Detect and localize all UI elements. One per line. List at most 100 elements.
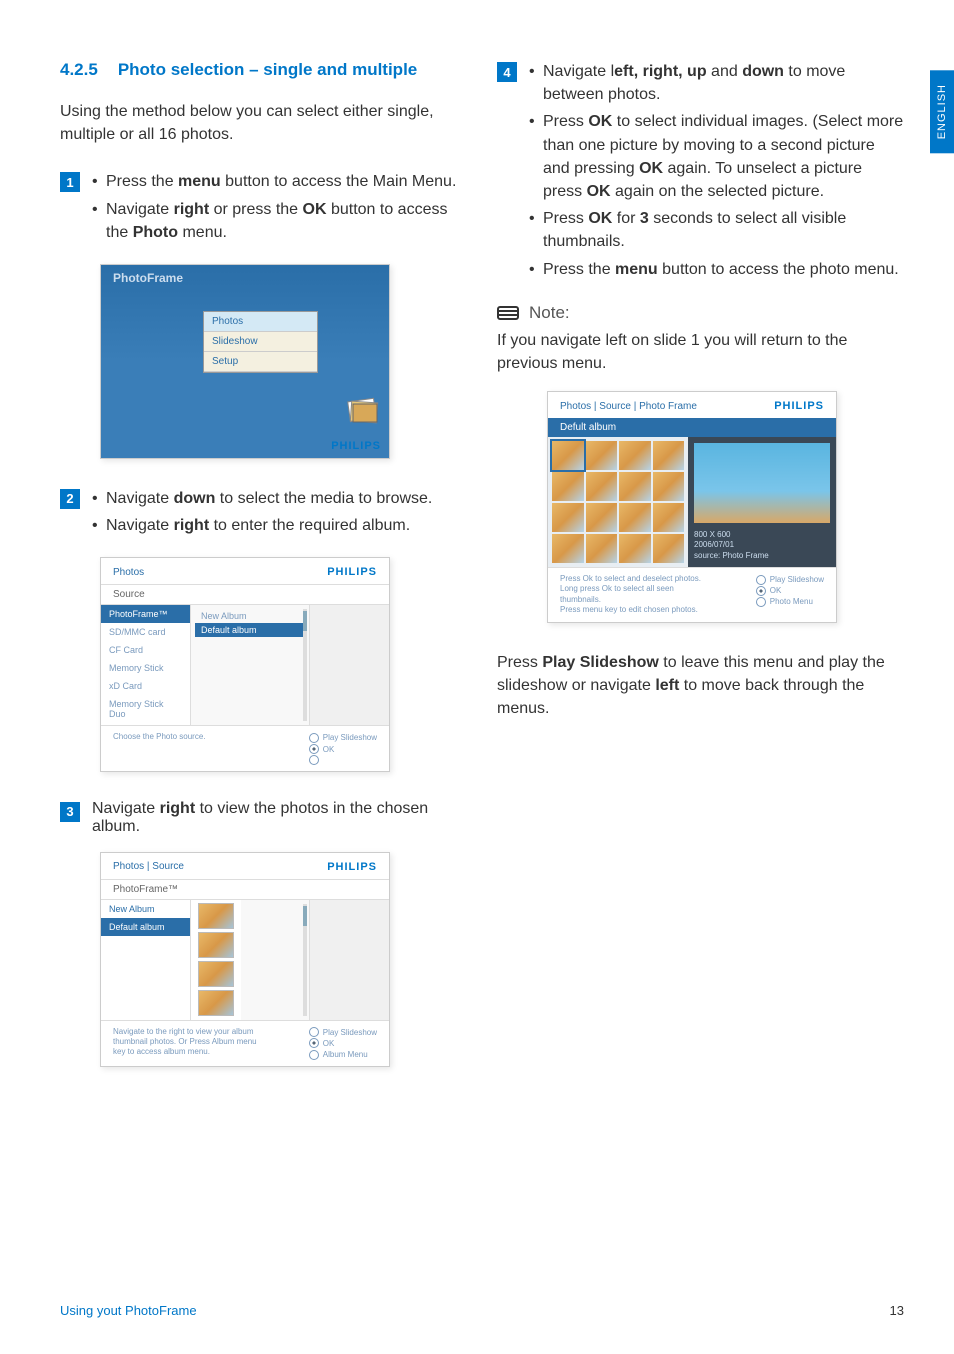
list-item: Default album (101, 918, 190, 936)
s4-controls: Play Slideshow OK Photo Menu (756, 574, 824, 616)
screenshot-1: PhotoFrame Photos Slideshow Setup PHILIP… (100, 264, 390, 459)
scrollbar (303, 609, 307, 721)
s1-menu-slideshow: Slideshow (204, 332, 317, 352)
thumbnail (198, 903, 234, 929)
thumbnail (198, 990, 234, 1016)
thumbnail (653, 534, 685, 563)
list-item: CF Card (101, 641, 190, 659)
thumbnail (552, 534, 584, 563)
step-number-icon: 2 (60, 489, 80, 509)
intro-text: Using the method below you can select ei… (60, 100, 467, 146)
step-1a: Press the menu button to access the Main… (92, 170, 467, 193)
thumbnail (653, 503, 685, 532)
s3-breadcrumb: Photos | Source (113, 861, 184, 872)
note-label: Note: (529, 303, 570, 323)
thumbnail (552, 472, 584, 501)
s3-spacer (241, 900, 309, 1020)
closing-text: Press Play Slideshow to leave this menu … (497, 651, 904, 721)
list-item: New Album (101, 900, 190, 918)
step-number-icon: 1 (60, 172, 80, 192)
thumbnail (619, 503, 651, 532)
philips-logo: PHILIPS (327, 566, 377, 578)
s1-title: PhotoFrame (113, 271, 183, 285)
step-4: 4 Navigate left, right, up and down to m… (497, 60, 904, 285)
s2-breadcrumb: Photos (113, 567, 144, 578)
note-header: Note: (497, 303, 904, 323)
screenshot-2: Photos PHILIPS Source PhotoFrame™ SD/MMC… (100, 557, 390, 771)
screenshot-4: Photos | Source | Photo Frame PHILIPS De… (547, 391, 837, 623)
step-1b: Navigate right or press the OK button to… (92, 198, 467, 244)
list-item: New Album (195, 609, 305, 623)
list-item: xD Card (101, 677, 190, 695)
left-column: 4.2.5 Photo selection – single and multi… (60, 60, 467, 1095)
s3-controls: Play Slideshow OK Album Menu (309, 1027, 377, 1061)
heading-number: 4.2.5 (60, 60, 98, 80)
step-number-icon: 3 (60, 802, 80, 822)
thumbnail (586, 503, 618, 532)
thumbnail (653, 472, 685, 501)
step-3-text: Navigate right to view the photos in the… (92, 800, 428, 835)
step-3: 3 Navigate right to view the photos in t… (60, 800, 467, 836)
list-item: PhotoFrame™ (101, 605, 190, 623)
step-4d: Press the menu button to access the phot… (529, 258, 904, 281)
s2-controls: Play Slideshow OK (309, 732, 377, 764)
thumbnail (552, 503, 584, 532)
s2-hint: Choose the Photo source. (113, 732, 206, 764)
language-tab: ENGLISH (930, 70, 954, 153)
s3-subheader: PhotoFrame™ (101, 879, 389, 900)
thumbnail (619, 472, 651, 501)
page-footer: Using yout PhotoFrame 13 (60, 1303, 904, 1318)
step-1: 1 Press the menu button to access the Ma… (60, 170, 467, 248)
s4-preview: 800 X 600 2006/07/01 source: Photo Frame (688, 437, 836, 567)
s1-menu-photos: Photos (204, 312, 317, 332)
s1-menu: Photos Slideshow Setup (203, 311, 318, 373)
philips-logo: PHILIPS (774, 400, 824, 412)
screenshot-3: Photos | Source PHILIPS PhotoFrame™ New … (100, 852, 390, 1068)
philips-logo: PHILIPS (331, 440, 381, 452)
philips-logo: PHILIPS (327, 861, 377, 873)
preview-image (694, 443, 830, 523)
list-item: SD/MMC card (101, 623, 190, 641)
section-heading: 4.2.5 Photo selection – single and multi… (60, 60, 467, 80)
photo-stack-icon (343, 394, 383, 430)
thumbnail (653, 441, 685, 470)
step-number-icon: 4 (497, 62, 517, 82)
thumbnail (586, 534, 618, 563)
step-2a: Navigate down to select the media to bro… (92, 487, 467, 510)
step-4b: Press OK to select individual images. (S… (529, 110, 904, 203)
s3-thumbnails (191, 900, 241, 1020)
right-column: 4 Navigate left, right, up and down to m… (497, 60, 904, 1095)
thumbnail (198, 932, 234, 958)
s2-album-list: New Album Default album (191, 605, 309, 725)
s3-hint: Navigate to the right to view your album… (113, 1027, 263, 1061)
list-item: Memory Stick (101, 659, 190, 677)
s4-breadcrumb: Photos | Source | Photo Frame (560, 401, 697, 412)
thumbnail (198, 961, 234, 987)
thumbnail (586, 441, 618, 470)
heading-title: Photo selection – single and multiple (118, 60, 417, 80)
list-item: Default album (195, 623, 305, 637)
s2-subheader: Source (101, 584, 389, 605)
step-2: 2 Navigate down to select the media to b… (60, 487, 467, 541)
step-4a: Navigate left, right, up and down to mov… (529, 60, 904, 106)
s4-meta: 800 X 600 2006/07/01 source: Photo Frame (694, 530, 830, 561)
note-icon (497, 304, 519, 322)
s4-subheader: Defult album (548, 418, 836, 437)
page-number: 13 (890, 1303, 904, 1318)
footer-section: Using yout PhotoFrame (60, 1303, 197, 1318)
step-4c: Press OK for 3 seconds to select all vis… (529, 207, 904, 253)
s4-hint: Press Ok to select and deselect photos. … (560, 574, 710, 616)
scrollbar (303, 904, 307, 1016)
s1-menu-setup: Setup (204, 352, 317, 372)
s2-source-list: PhotoFrame™ SD/MMC card CF Card Memory S… (101, 605, 191, 725)
thumbnail (552, 441, 584, 470)
thumbnail (586, 472, 618, 501)
note-text: If you navigate left on slide 1 you will… (497, 329, 904, 375)
s3-album-list: New Album Default album (101, 900, 191, 1020)
thumbnail (619, 534, 651, 563)
thumbnail (619, 441, 651, 470)
s3-preview (309, 900, 389, 1020)
s2-preview (309, 605, 389, 725)
step-2b: Navigate right to enter the required alb… (92, 514, 467, 537)
list-item: Memory Stick Duo (101, 695, 190, 723)
